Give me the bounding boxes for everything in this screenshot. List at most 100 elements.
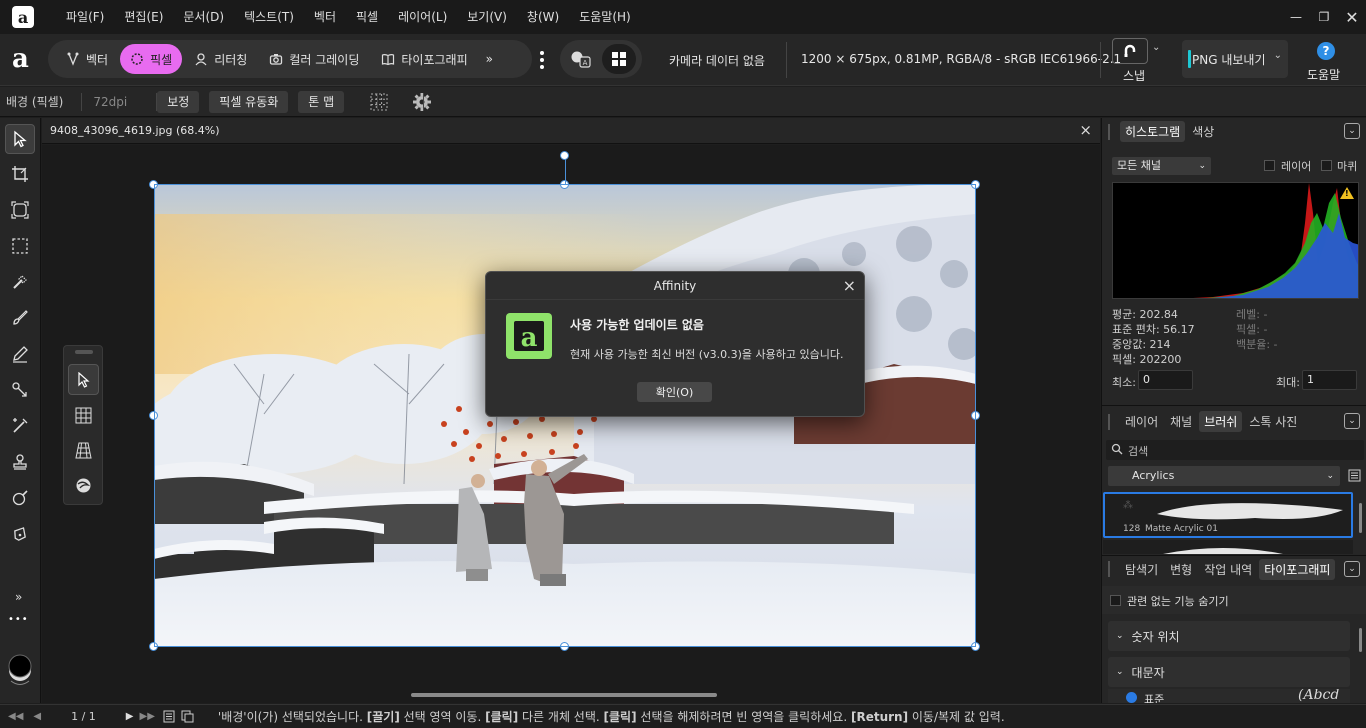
spread-icon[interactable] — [181, 710, 194, 723]
dialog-ok-button[interactable]: 확인(O) — [637, 382, 712, 402]
pen-tool-icon[interactable] — [5, 519, 35, 549]
brush-size: 128 — [1123, 524, 1141, 534]
menu-help[interactable]: 도움말(H) — [569, 0, 641, 34]
dodge-tool-icon[interactable] — [5, 483, 35, 513]
pencil-tool-icon[interactable] — [5, 339, 35, 369]
section-capitals[interactable]: ⌄ 대문자 — [1108, 657, 1350, 687]
brush-search-input[interactable]: 검색 — [1106, 440, 1364, 460]
assistant-icon[interactable]: A — [570, 50, 592, 68]
prev-page-icon[interactable]: ◀ — [33, 711, 41, 722]
last-page-icon[interactable]: ▶▶ — [140, 711, 155, 722]
more-tools-button[interactable]: » — [15, 590, 22, 604]
export-png-button[interactable]: PNG 내보내기 ⌄ — [1182, 40, 1288, 78]
crop-tool-icon[interactable] — [5, 159, 35, 189]
brushes-collapse-icon[interactable]: ⌄ — [1344, 413, 1360, 429]
selection-grid-icon[interactable] — [370, 93, 388, 111]
layer-checkbox[interactable] — [1264, 160, 1275, 171]
brush-search-placeholder: 검색 — [1128, 445, 1149, 458]
stamp-tool-icon[interactable] — [5, 447, 35, 477]
adjust-button[interactable]: 보정 — [157, 90, 200, 113]
persona-pixel[interactable]: 픽셀 — [120, 44, 183, 74]
tab-histogram[interactable]: 히스토그램 — [1120, 120, 1186, 142]
help-button[interactable]: ? 도움말 — [1300, 40, 1354, 82]
document-tab[interactable]: 9408_43096_4619.jpg (68.4%) × — [42, 118, 1100, 144]
restore-icon[interactable]: ❐ — [1310, 0, 1338, 34]
persona-more-button[interactable]: » — [480, 44, 499, 74]
typography-scrollbar[interactable] — [1359, 628, 1362, 652]
brush-list-item-selected[interactable]: ⁂ 128 Matte Acrylic 01 — [1103, 492, 1353, 538]
tab-stock-photos[interactable]: 스톡 사진 — [1244, 411, 1302, 432]
marquee-checkbox[interactable] — [1321, 160, 1332, 171]
hide-unrelated-checkbox[interactable] — [1110, 595, 1121, 606]
selection-brush-icon[interactable] — [5, 267, 35, 297]
section-numeral-position[interactable]: ⌄ 숫자 위치 — [1108, 621, 1350, 651]
app-logo-icon[interactable]: a — [12, 46, 36, 72]
tab-navigator[interactable]: 탐색기 — [1120, 559, 1163, 580]
palette-move-icon[interactable] — [68, 364, 99, 395]
persona-typography[interactable]: 타이포그래피 — [371, 44, 477, 74]
dialog-titlebar: Affinity × — [486, 272, 864, 300]
tab-history[interactable]: 작업 내역 — [1199, 559, 1257, 580]
snap-button[interactable]: ⌄ 스냅 — [1110, 38, 1166, 84]
separator — [156, 93, 157, 111]
marquee-tool-icon[interactable] — [5, 231, 35, 261]
menu-text[interactable]: 텍스트(T) — [234, 0, 304, 34]
rotation-handle[interactable] — [560, 151, 569, 160]
menu-view[interactable]: 보기(V) — [457, 0, 517, 34]
perspective-warp-icon[interactable] — [75, 442, 92, 459]
healing-brush-icon[interactable] — [5, 411, 35, 441]
tab-transform[interactable]: 변형 — [1165, 559, 1197, 580]
brush-list-item[interactable] — [1103, 540, 1353, 554]
max-label: 최대: — [1276, 376, 1300, 389]
marquee-checkbox-label: 마퀴 — [1337, 160, 1358, 173]
menu-vector[interactable]: 벡터 — [304, 0, 346, 34]
color-swatch-icon[interactable] — [6, 648, 34, 686]
min-input[interactable]: 0 — [1138, 370, 1193, 390]
palette-grip[interactable] — [75, 350, 93, 354]
tab-layers[interactable]: 레이어 — [1120, 411, 1163, 432]
clone-brush-icon[interactable] — [5, 375, 35, 405]
frame-tool-icon[interactable] — [5, 195, 35, 225]
brush-category-select[interactable]: Acrylics ⌄ — [1108, 466, 1340, 486]
canvas-area[interactable] — [42, 145, 1100, 703]
persona-vector[interactable]: 벡터 — [56, 44, 118, 74]
persona-retouch[interactable]: 리터칭 — [184, 44, 257, 74]
first-page-icon[interactable]: ◀◀ — [8, 711, 23, 722]
move-tool-icon[interactable] — [5, 124, 35, 154]
histogram-collapse-icon[interactable]: ⌄ — [1344, 123, 1360, 139]
menu-pixel[interactable]: 픽셀 — [346, 0, 388, 34]
minimize-icon[interactable]: — — [1282, 0, 1310, 34]
tab-color[interactable]: 색상 — [1187, 121, 1219, 142]
liquify-icon[interactable] — [75, 477, 92, 494]
persona-color-grading[interactable]: 컬러 그레이딩 — [259, 44, 369, 74]
tone-map-button[interactable]: 톤 맵 — [298, 90, 345, 113]
max-input[interactable]: 1 — [1302, 370, 1357, 390]
document-close-icon[interactable]: × — [1079, 121, 1092, 139]
pixel-liquify-button[interactable]: 픽셀 유동화 — [209, 90, 289, 113]
affinity-logo-icon[interactable]: a — [12, 6, 34, 28]
tab-brushes[interactable]: 브러쉬 — [1199, 410, 1243, 432]
tool-overflow-dots[interactable]: ••• — [8, 614, 29, 625]
channel-select[interactable]: 모든 채널 ⌄ — [1112, 157, 1211, 175]
more-options-icon[interactable] — [538, 49, 546, 71]
radio-button-icon[interactable] — [1126, 692, 1137, 703]
horizontal-scrollbar[interactable] — [411, 693, 717, 697]
menu-window[interactable]: 창(W) — [517, 0, 569, 34]
menu-layer[interactable]: 레이어(L) — [388, 0, 457, 34]
tab-typography[interactable]: 타이포그래피 — [1259, 558, 1336, 580]
typography-collapse-icon[interactable]: ⌄ — [1344, 561, 1360, 577]
menu-document[interactable]: 문서(D) — [173, 0, 234, 34]
dialog-close-icon[interactable]: × — [843, 276, 856, 295]
brush-list-scrollbar[interactable] — [1359, 503, 1362, 533]
grid-view-icon[interactable] — [602, 44, 636, 74]
close-window-icon[interactable]: ✕ — [1338, 0, 1366, 34]
menu-edit[interactable]: 편집(E) — [114, 0, 173, 34]
mesh-warp-icon[interactable] — [75, 407, 92, 424]
paint-brush-icon[interactable] — [5, 303, 35, 333]
menu-file[interactable]: 파일(F) — [56, 0, 114, 34]
pages-icon[interactable] — [163, 710, 175, 723]
tab-channels[interactable]: 채널 — [1165, 411, 1197, 432]
right-panel: 히스토그램 색상 ⌄ 모든 채널 ⌄ 레이어 마퀴 ! 평균: 202.84 표… — [1101, 118, 1366, 703]
next-page-icon[interactable]: ▶ — [126, 711, 134, 722]
brush-menu-icon[interactable] — [1348, 469, 1361, 482]
